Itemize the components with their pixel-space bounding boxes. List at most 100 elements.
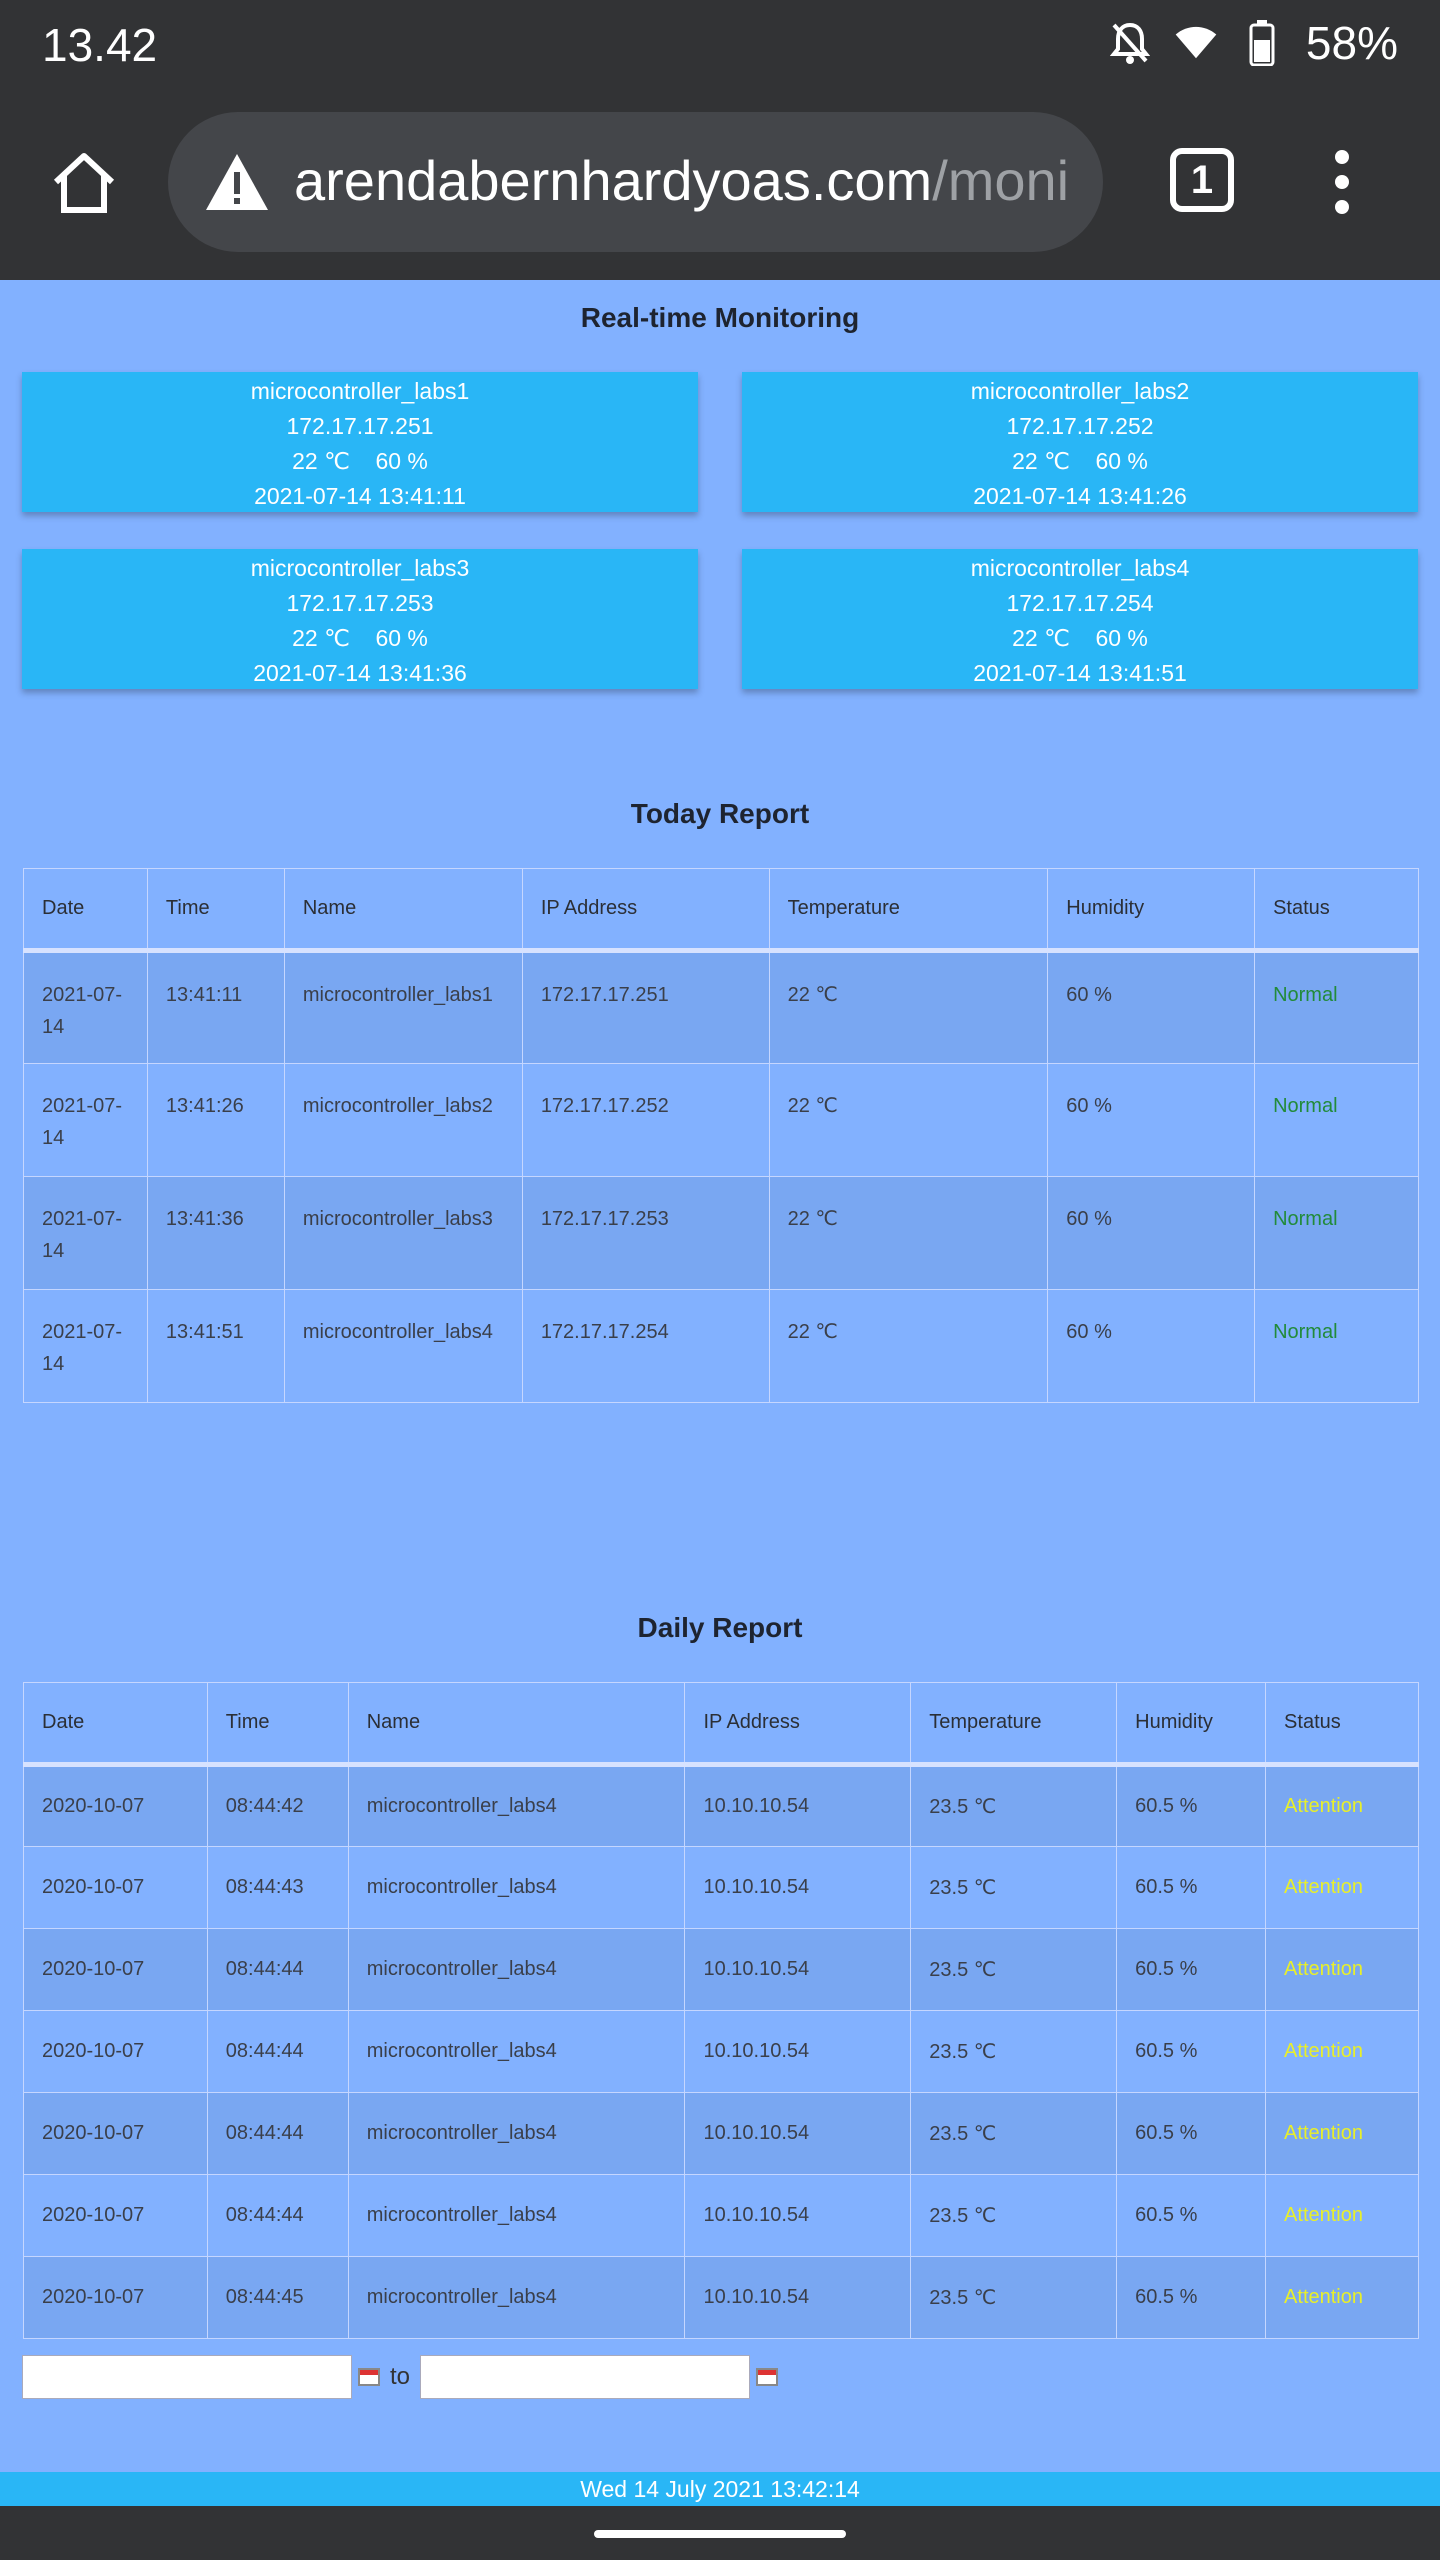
table-row: 2020-10-07 08:44:43 microcontroller_labs…	[23, 1846, 1419, 1929]
cell-ip: 10.10.10.54	[684, 2174, 912, 2257]
cell-humidity: 60 %	[1047, 950, 1256, 1064]
table-header-row: Date Time Name IP Address Temperature Hu…	[23, 1682, 1419, 1765]
cell-humidity: 60.5 %	[1116, 2010, 1267, 2093]
cell-status: Attention	[1265, 1764, 1419, 1847]
column-header[interactable]: Time	[146, 868, 285, 951]
cell-name: microcontroller_labs4	[347, 1928, 686, 2011]
cell-date: 2020-10-07	[23, 1764, 208, 1847]
date-range-separator: to	[390, 2363, 411, 2390]
cell-humidity: 60 %	[1047, 1289, 1256, 1403]
cell-status: Attention	[1265, 2092, 1419, 2175]
cell-time: 08:44:43	[206, 1846, 349, 1929]
home-gesture-handle[interactable]	[594, 2530, 846, 2538]
cell-temperature: 22 ℃	[768, 1063, 1049, 1177]
table-row: 2020-10-07 08:44:44 microcontroller_labs…	[23, 2010, 1419, 2093]
column-header[interactable]: Humidity	[1116, 1682, 1267, 1765]
battery-percent: 58%	[1305, 17, 1398, 69]
device-reading: 22 ℃ 60 %	[292, 448, 428, 474]
calendar-icon[interactable]	[756, 2368, 779, 2386]
cell-status: Normal	[1254, 1289, 1419, 1403]
column-header[interactable]: Name	[347, 1682, 686, 1765]
device-timestamp: 2021-07-14 13:41:11	[254, 483, 466, 509]
cell-status: Normal	[1254, 950, 1419, 1064]
date-range-filter: to	[22, 2355, 779, 2399]
cell-time: 13:41:51	[146, 1289, 285, 1403]
end-date-input[interactable]	[420, 2355, 751, 2399]
cell-humidity: 60.5 %	[1116, 1928, 1267, 2011]
start-date-input[interactable]	[22, 2355, 352, 2399]
device-timestamp: 2021-07-14 13:41:36	[253, 660, 467, 686]
device-reading: 22 ℃ 60 %	[1012, 625, 1148, 651]
cell-humidity: 60.5 %	[1116, 1846, 1267, 1929]
column-header[interactable]: Humidity	[1047, 868, 1256, 951]
device-reading: 22 ℃ 60 %	[292, 625, 428, 651]
cell-time: 08:44:44	[206, 2174, 349, 2257]
bell-off-icon	[1108, 19, 1152, 67]
cell-humidity: 60.5 %	[1116, 1764, 1267, 1847]
column-header[interactable]: Status	[1265, 1682, 1419, 1765]
cell-time: 13:41:36	[146, 1176, 285, 1290]
cell-status: Attention	[1265, 2256, 1419, 2339]
address-bar[interactable]: arendabernhardyoas.com/moni	[168, 112, 1103, 252]
device-card: microcontroller_labs4 172.17.17.254 22 ℃…	[742, 549, 1418, 689]
table-row: 2020-10-07 08:44:44 microcontroller_labs…	[23, 1928, 1419, 2011]
column-header[interactable]: Date	[23, 1682, 208, 1765]
cell-ip: 172.17.17.251	[521, 950, 770, 1064]
cell-status: Attention	[1265, 1846, 1419, 1929]
clock: 13.42	[42, 19, 158, 71]
table-row: 2020-10-07 08:44:44 microcontroller_labs…	[23, 2092, 1419, 2175]
more-menu-icon[interactable]	[1320, 144, 1364, 220]
tab-switcher-button[interactable]: 1	[1170, 148, 1234, 212]
daily-report-title: Daily Report	[637, 1612, 803, 1643]
cell-date: 2021-07-14	[23, 1289, 148, 1403]
column-header[interactable]: Time	[206, 1682, 349, 1765]
cell-time: 08:44:44	[206, 2010, 349, 2093]
table-row: 2021-07-14 13:41:36 microcontroller_labs…	[23, 1176, 1419, 1290]
cell-humidity: 60 %	[1047, 1063, 1256, 1177]
column-header[interactable]: Temperature	[910, 1682, 1118, 1765]
cell-name: microcontroller_labs1	[283, 950, 523, 1064]
device-ip: 172.17.17.252	[1006, 413, 1154, 439]
cell-humidity: 60.5 %	[1116, 2092, 1267, 2175]
calendar-icon[interactable]	[358, 2368, 380, 2386]
cell-ip: 10.10.10.54	[684, 2256, 912, 2339]
cell-name: microcontroller_labs2	[283, 1063, 523, 1177]
cell-ip: 10.10.10.54	[684, 2010, 912, 2093]
table-row: 2020-10-07 08:44:44 microcontroller_labs…	[23, 2174, 1419, 2257]
column-header[interactable]: IP Address	[521, 868, 770, 951]
cell-name: microcontroller_labs4	[347, 2256, 686, 2339]
cell-humidity: 60 %	[1047, 1176, 1256, 1290]
cell-date: 2021-07-14	[23, 1063, 148, 1177]
url-text[interactable]: arendabernhardyoas.com/moni	[294, 148, 1094, 213]
device-timestamp: 2021-07-14 13:41:51	[973, 660, 1187, 686]
device-card: microcontroller_labs1 172.17.17.251 22 ℃…	[22, 372, 698, 512]
cell-temperature: 23.5 ℃	[910, 2174, 1118, 2257]
realtime-title: Real-time Monitoring	[580, 302, 860, 333]
device-name: microcontroller_labs2	[970, 378, 1190, 404]
cell-name: microcontroller_labs4	[283, 1289, 523, 1403]
device-card: microcontroller_labs3 172.17.17.253 22 ℃…	[22, 549, 698, 689]
cell-date: 2021-07-14	[23, 1176, 148, 1290]
cell-status: Attention	[1265, 2010, 1419, 2093]
cell-humidity: 60.5 %	[1116, 2256, 1267, 2339]
column-header[interactable]: Temperature	[768, 868, 1049, 951]
column-header[interactable]: Name	[283, 868, 523, 951]
column-header[interactable]: Status	[1254, 868, 1419, 951]
column-header[interactable]: Date	[23, 868, 148, 951]
cell-time: 13:41:11	[146, 950, 285, 1064]
device-name: microcontroller_labs3	[250, 555, 470, 581]
cell-temperature: 22 ℃	[768, 1176, 1049, 1290]
cell-name: microcontroller_labs4	[347, 1846, 686, 1929]
column-header[interactable]: IP Address	[684, 1682, 912, 1765]
cell-time: 08:44:42	[206, 1764, 349, 1847]
warning-icon[interactable]	[204, 152, 270, 212]
wifi-icon	[1174, 19, 1218, 67]
cell-name: microcontroller_labs4	[347, 2010, 686, 2093]
cell-ip: 10.10.10.54	[684, 1846, 912, 1929]
home-icon[interactable]	[48, 146, 120, 218]
url-path: /moni	[932, 149, 1070, 212]
daily-report-table: Date Time Name IP Address Temperature Hu…	[23, 1682, 1419, 2339]
cell-status: Attention	[1265, 1928, 1419, 2011]
device-ip: 172.17.17.254	[1006, 590, 1154, 616]
battery-icon	[1240, 19, 1284, 67]
